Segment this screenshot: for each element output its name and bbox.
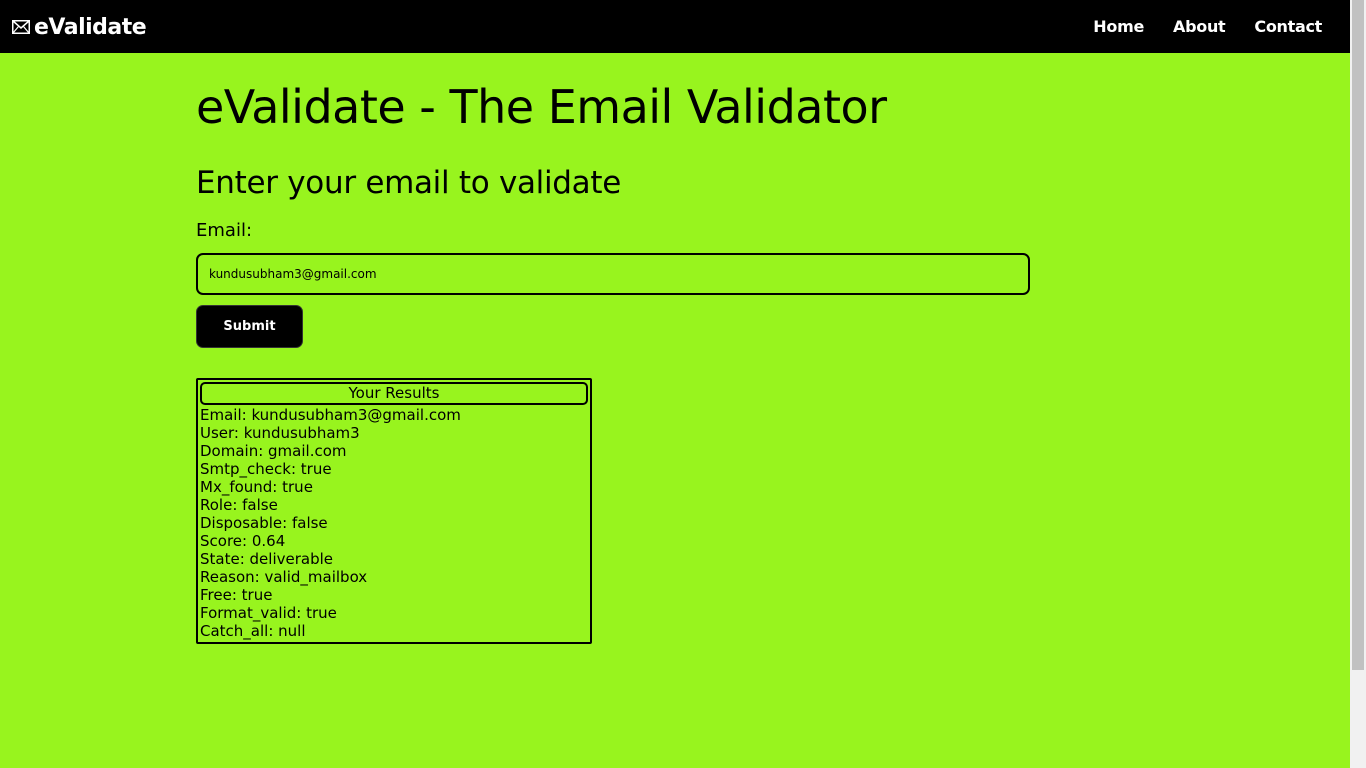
nav-link-home[interactable]: Home xyxy=(1093,17,1144,36)
page: eValidate Home About Contact eValidate -… xyxy=(0,0,1350,768)
result-state: State: deliverable xyxy=(200,550,333,568)
nav-link-contact[interactable]: Contact xyxy=(1254,17,1322,36)
email-label: Email: xyxy=(196,220,253,241)
result-score: Score: 0.64 xyxy=(200,532,286,550)
vertical-scrollbar[interactable] xyxy=(1350,0,1366,768)
result-format-valid: Format_valid: true xyxy=(200,604,337,622)
results-panel: Your Results Email: kundusubham3@gmail.c… xyxy=(196,378,592,644)
result-role: Role: false xyxy=(200,496,278,514)
result-smtp-check: Smtp_check: true xyxy=(200,460,332,478)
nav-links: Home About Contact xyxy=(1064,17,1322,36)
result-reason: Reason: valid_mailbox xyxy=(200,568,368,586)
brand-name: eValidate xyxy=(34,14,147,40)
result-user: User: kundusubham3 xyxy=(200,424,360,442)
result-catch-all: Catch_all: null xyxy=(200,622,306,640)
scrollbar-thumb[interactable] xyxy=(1352,0,1364,670)
page-title: eValidate - The Email Validator xyxy=(196,80,887,134)
results-title: Your Results xyxy=(200,382,588,405)
result-email: Email: kundusubham3@gmail.com xyxy=(200,406,461,424)
result-free: Free: true xyxy=(200,586,273,604)
result-disposable: Disposable: false xyxy=(200,514,328,532)
nav-link-about[interactable]: About xyxy=(1173,17,1226,36)
result-domain: Domain: gmail.com xyxy=(200,442,347,460)
result-mx-found: Mx_found: true xyxy=(200,478,313,496)
email-input[interactable] xyxy=(196,253,1030,295)
navbar: eValidate Home About Contact xyxy=(0,0,1350,53)
form-heading: Enter your email to validate xyxy=(196,165,622,201)
brand-link[interactable]: eValidate xyxy=(12,12,147,42)
envelope-icon xyxy=(12,20,30,34)
submit-button[interactable]: Submit xyxy=(196,305,303,348)
